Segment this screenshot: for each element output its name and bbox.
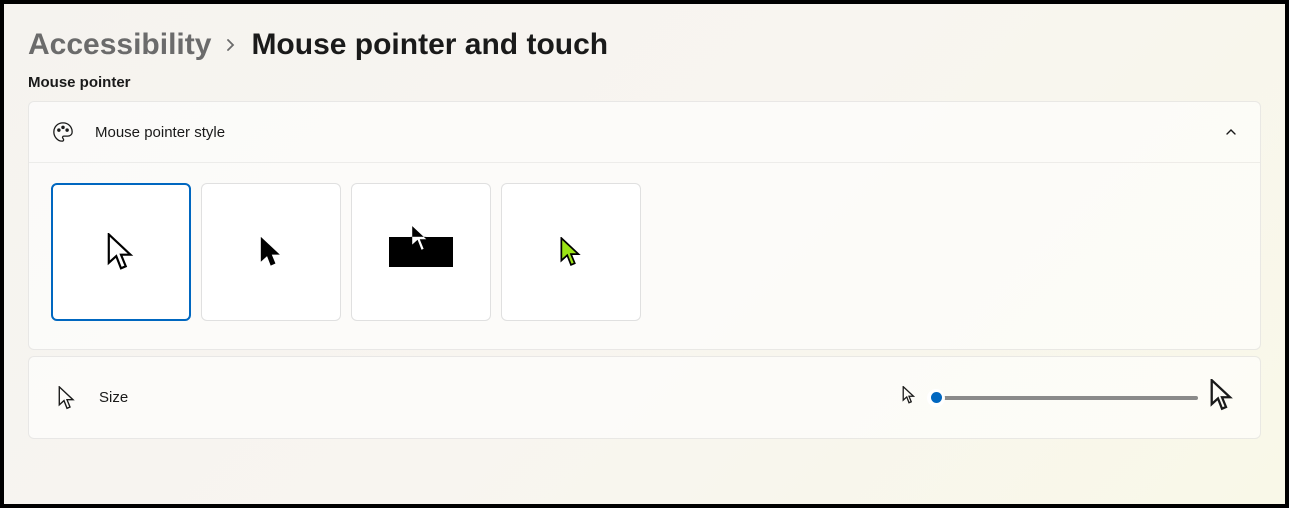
chevron-up-icon xyxy=(1224,125,1238,139)
pointer-size-card: Size xyxy=(28,356,1261,439)
cursor-large-icon xyxy=(1210,379,1234,416)
pointer-style-expander[interactable]: Mouse pointer style xyxy=(29,102,1260,162)
cursor-custom-icon xyxy=(559,237,583,267)
pointer-style-options xyxy=(29,162,1260,349)
size-slider[interactable] xyxy=(928,396,1198,400)
cursor-inverted-icon xyxy=(409,223,433,253)
palette-icon xyxy=(51,120,75,144)
section-label: Mouse pointer xyxy=(28,74,1261,91)
cursor-black-icon xyxy=(259,237,283,267)
cursor-icon xyxy=(55,386,79,410)
size-title: Size xyxy=(99,389,882,406)
pointer-style-custom[interactable] xyxy=(501,183,641,321)
pointer-style-card: Mouse pointer style xyxy=(28,101,1261,350)
page-title: Mouse pointer and touch xyxy=(251,28,608,62)
breadcrumb-parent-link[interactable]: Accessibility xyxy=(28,28,211,62)
cursor-white-icon xyxy=(106,233,136,271)
slider-thumb[interactable] xyxy=(927,389,945,407)
inverted-preview xyxy=(389,237,453,267)
chevron-right-icon xyxy=(225,34,237,57)
cursor-small-icon xyxy=(902,386,916,409)
pointer-style-white[interactable] xyxy=(51,183,191,321)
pointer-style-black[interactable] xyxy=(201,183,341,321)
pointer-style-inverted[interactable] xyxy=(351,183,491,321)
pointer-style-title: Mouse pointer style xyxy=(95,124,1204,141)
size-slider-group xyxy=(902,379,1234,416)
breadcrumb: Accessibility Mouse pointer and touch xyxy=(28,28,1261,62)
